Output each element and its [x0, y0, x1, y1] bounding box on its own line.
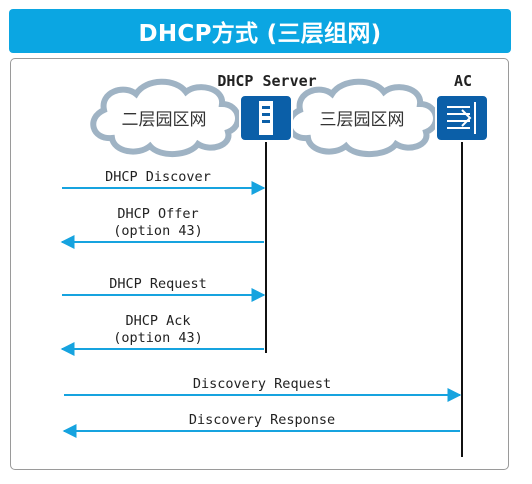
message-6: Discovery Response — [62, 412, 460, 438]
message-1: DHCP Discover — [62, 169, 266, 195]
message-sublabel: (option 43) — [113, 223, 202, 239]
message-2: DHCP Offer (option 43) — [60, 206, 264, 249]
server-icon — [259, 101, 273, 135]
message-sublabel: (option 43) — [113, 330, 202, 346]
message-label: DHCP Ack — [125, 313, 190, 329]
message-label: DHCP Request — [109, 276, 207, 292]
message-label: DHCP Offer — [117, 206, 198, 222]
message-5: Discovery Request — [64, 376, 462, 402]
message-3: DHCP Request — [62, 276, 266, 302]
dhcp-sequence-diagram: 二层园区网 三层园区网 DHCP Server AC DHCP Discover… — [60, 72, 489, 457]
right-cloud-label: 三层园区网 — [320, 110, 405, 130]
right-campus-cloud: 三层园区网 — [286, 78, 439, 157]
message-label: Discovery Request — [193, 376, 331, 392]
ac-label: AC — [454, 72, 472, 90]
left-campus-cloud: 二层园区网 — [90, 78, 241, 157]
message-label: DHCP Discover — [105, 169, 211, 185]
dhcp-server-label: DHCP Server — [217, 72, 316, 90]
ac-node: AC — [435, 72, 489, 457]
message-4: DHCP Ack (option 43) — [60, 313, 264, 356]
message-label: Discovery Response — [189, 412, 335, 428]
left-cloud-label: 二层园区网 — [122, 110, 207, 130]
